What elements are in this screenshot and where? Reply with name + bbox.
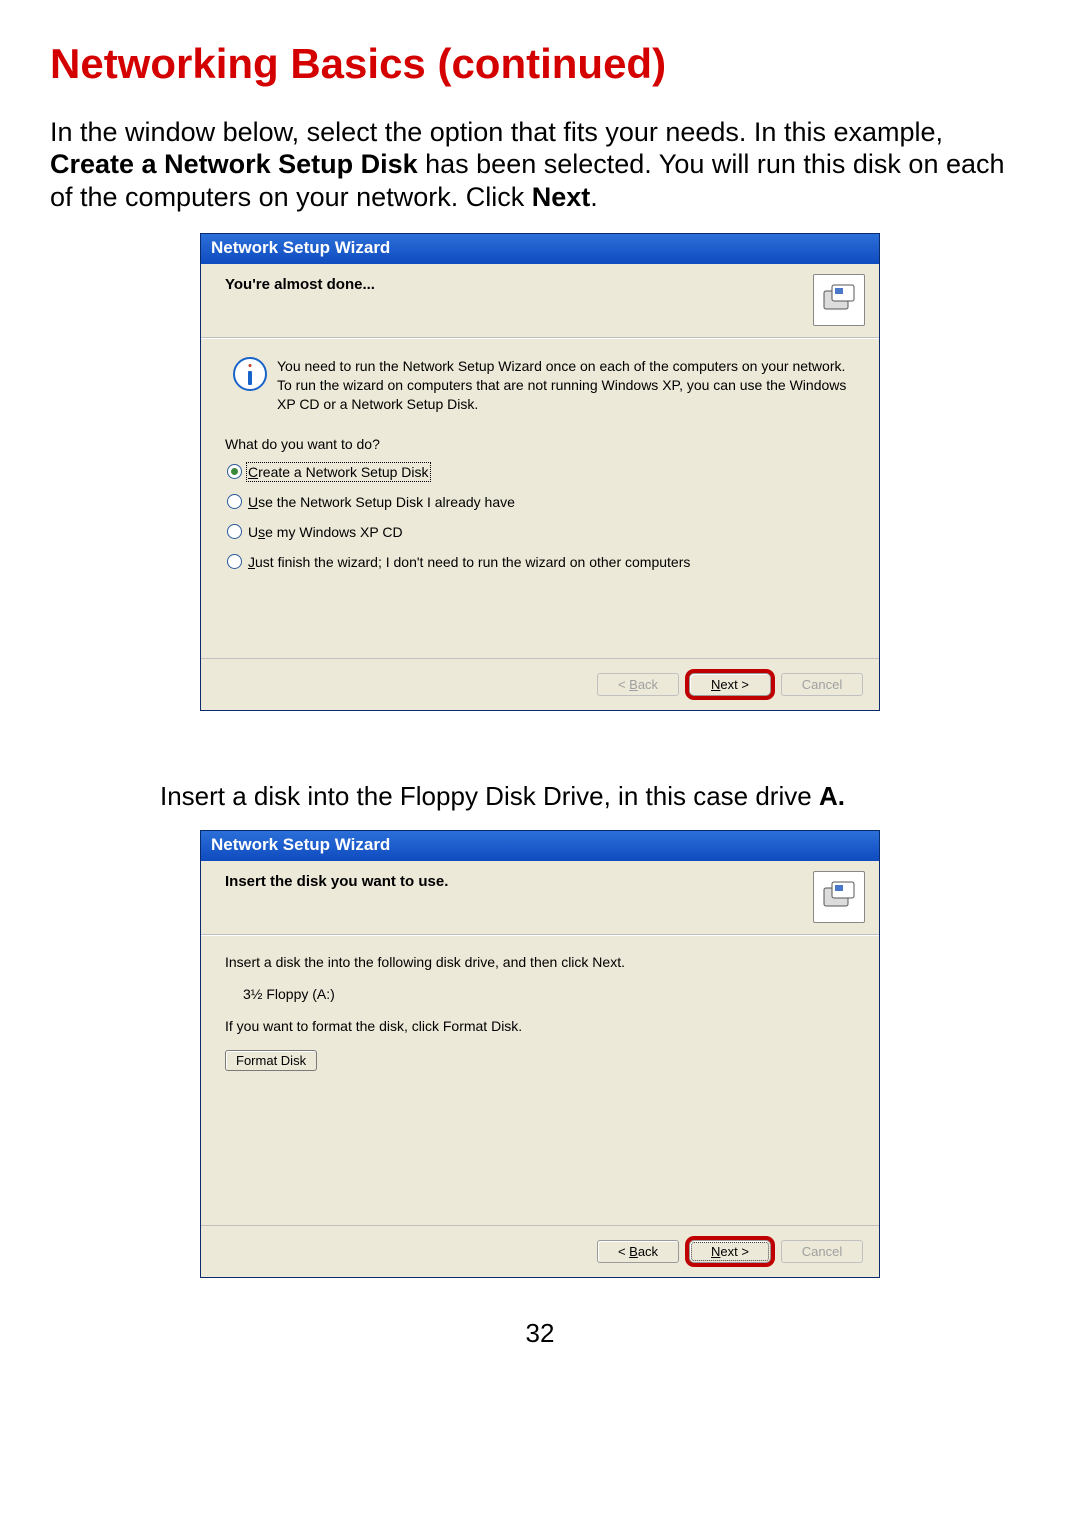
back-button[interactable]: < Back xyxy=(597,1240,679,1263)
radio-label: Use my Windows XP CD xyxy=(248,524,403,540)
page-title: Networking Basics (continued) xyxy=(50,40,1030,88)
format-instruction: If you want to format the disk, click Fo… xyxy=(225,1018,855,1034)
question-label: What do you want to do? xyxy=(225,436,855,452)
wizard-header-text: Insert the disk you want to use. xyxy=(225,871,448,890)
radio-label: Create a Network Setup Disk xyxy=(248,464,429,480)
network-folder-icon xyxy=(813,274,865,326)
format-disk-button[interactable]: Format Disk xyxy=(225,1050,317,1071)
page-number: 32 xyxy=(50,1318,1030,1349)
radio-icon xyxy=(227,554,242,569)
wizard-body: Insert a disk the into the following dis… xyxy=(201,935,879,1225)
intro-paragraph: In the window below, select the option t… xyxy=(50,116,1030,213)
wizard-body: You need to run the Network Setup Wizard… xyxy=(201,338,879,658)
radio-option-use-existing-disk[interactable]: Use the Network Setup Disk I already hav… xyxy=(225,494,855,510)
titlebar: Network Setup Wizard xyxy=(201,234,879,264)
next-button[interactable]: Next > xyxy=(689,1240,771,1263)
wizard-footer: < Back Next > Cancel xyxy=(201,1225,879,1277)
caption-2: Insert a disk into the Floppy Disk Drive… xyxy=(160,781,1030,812)
network-folder-icon xyxy=(813,871,865,923)
radio-option-create-disk[interactable]: Create a Network Setup Disk xyxy=(225,464,855,480)
radio-label: Just finish the wizard; I don't need to … xyxy=(248,554,690,570)
wizard-dialog-2: Network Setup Wizard Insert the disk you… xyxy=(200,830,880,1278)
wizard-footer: < Back Next > Cancel xyxy=(201,658,879,710)
wizard-header-text: You're almost done... xyxy=(225,274,375,293)
info-row: You need to run the Network Setup Wizard… xyxy=(225,357,855,414)
cancel-button: Cancel xyxy=(781,673,863,696)
radio-option-use-xp-cd[interactable]: Use my Windows XP CD xyxy=(225,524,855,540)
radio-icon xyxy=(227,494,242,509)
intro-text-3: . xyxy=(590,182,598,212)
caption-2-text: Insert a disk into the Floppy Disk Drive… xyxy=(160,781,819,811)
insert-instruction: Insert a disk the into the following dis… xyxy=(225,954,855,970)
intro-bold-1: Create a Network Setup Disk xyxy=(50,149,418,179)
wizard-header: Insert the disk you want to use. xyxy=(201,861,879,935)
next-button[interactable]: Next > xyxy=(689,673,771,696)
cancel-button: Cancel xyxy=(781,1240,863,1263)
radio-icon xyxy=(227,464,242,479)
titlebar: Network Setup Wizard xyxy=(201,831,879,861)
intro-text-1: In the window below, select the option t… xyxy=(50,117,943,147)
wizard-header: You're almost done... xyxy=(201,264,879,338)
back-button: < Back xyxy=(597,673,679,696)
radio-icon xyxy=(227,524,242,539)
radio-label: Use the Network Setup Disk I already hav… xyxy=(248,494,515,510)
info-icon xyxy=(233,357,267,391)
drive-label: 3½ Floppy (A:) xyxy=(225,986,855,1002)
info-text: You need to run the Network Setup Wizard… xyxy=(277,357,855,414)
caption-2-bold: A. xyxy=(819,781,845,811)
wizard-dialog-1: Network Setup Wizard You're almost done.… xyxy=(200,233,880,711)
intro-bold-2: Next xyxy=(532,182,591,212)
radio-option-just-finish[interactable]: Just finish the wizard; I don't need to … xyxy=(225,554,855,570)
